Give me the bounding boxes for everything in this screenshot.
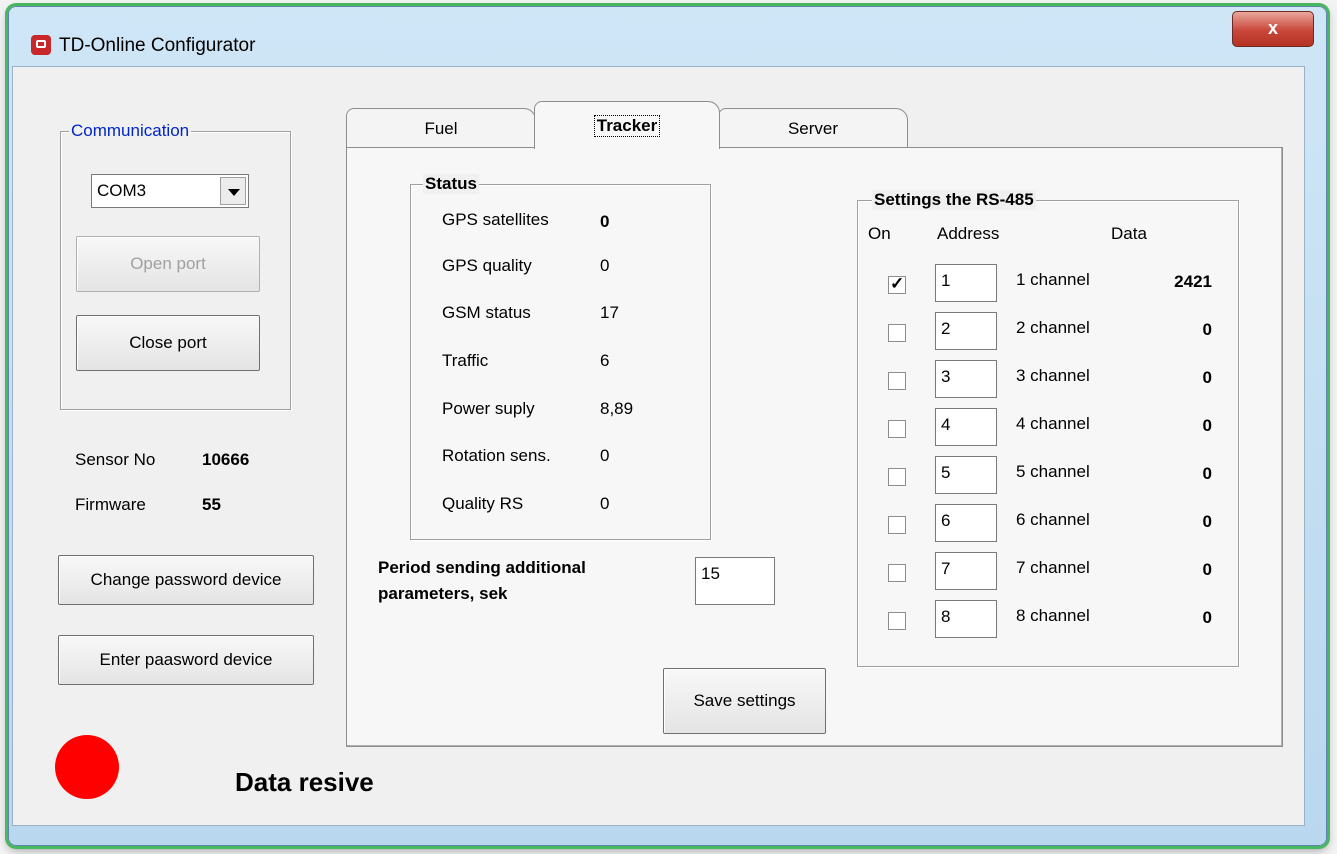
channel-address-input[interactable]: 8 [935,600,997,638]
traffic-label: Traffic [442,351,489,370]
channel-data-value: 0 [1202,512,1212,531]
quality-rs-label: Quality RS [442,494,524,513]
channel-address-input[interactable]: 5 [935,456,997,494]
channel-name: 1 channel [1016,270,1090,289]
channel-address-input[interactable]: 6 [935,504,997,542]
channel-name: 5 channel [1016,462,1090,481]
channel-data-value: 0 [1202,464,1212,483]
power-supply-label: Power suply [442,399,535,418]
status-indicator-text: Data resive [235,767,374,797]
tab-fuel-label: Fuel [424,118,458,138]
tab-server-label: Server [787,118,839,138]
channel-address-input[interactable]: 2 [935,312,997,350]
gps-quality-value: 0 [600,256,610,275]
channel-address-input[interactable]: 3 [935,360,997,398]
channel-address-input[interactable]: 4 [935,408,997,446]
status-group-title: Status [423,174,479,194]
port-select-value: COM3 [97,181,147,200]
open-port-button[interactable]: Open port [76,236,260,292]
channel-checkbox[interactable] [888,564,906,582]
channel-checkbox[interactable] [888,372,906,390]
tab-server[interactable]: Server [718,108,908,148]
col-data-header: Data [1111,224,1147,243]
gsm-status-value: 17 [600,303,619,322]
channel-data-value: 2421 [1174,272,1212,291]
chevron-down-icon[interactable] [220,177,246,205]
col-address-header: Address [937,224,1000,243]
gps-quality-label: GPS quality [442,256,532,275]
tab-tracker[interactable]: Tracker [534,101,720,149]
window-title: TD-Online Configurator [59,35,256,56]
port-select[interactable]: COM3 [91,174,249,208]
channel-data-value: 0 [1202,416,1212,435]
period-label-line1: Period sending additional [378,558,586,577]
tab-tracker-label: Tracker [593,114,661,137]
channel-checkbox[interactable] [888,468,906,486]
channel-checkbox[interactable] [888,324,906,342]
close-window-button[interactable]: x [1232,11,1314,47]
channel-address-input[interactable]: 7 [935,552,997,590]
change-password-button[interactable]: Change password device [58,555,314,605]
communication-group-title: Communication [69,121,192,141]
firmware-value: 55 [202,495,221,514]
close-port-button[interactable]: Close port [76,315,260,371]
channel-checkbox[interactable] [888,516,906,534]
enter-password-button[interactable]: Enter paasword device [58,635,314,685]
period-input[interactable]: 15 [695,557,775,605]
gps-satellites-label: GPS satellites [442,210,549,229]
channel-name: 3 channel [1016,366,1090,385]
channel-data-value: 0 [1202,368,1212,387]
channel-name: 7 channel [1016,558,1090,577]
rs485-group-title: Settings the RS-485 [872,190,1036,210]
channel-data-value: 0 [1202,608,1212,627]
channel-data-value: 0 [1202,560,1212,579]
sensor-label: Sensor No [75,450,156,469]
rotation-sens-value: 0 [600,446,610,465]
app-logo-icon [31,35,51,55]
channel-name: 2 channel [1016,318,1090,337]
status-indicator-led [55,735,119,799]
col-on-header: On [868,224,891,243]
gps-satellites-value: 0 [600,212,610,231]
channel-data-value: 0 [1202,320,1212,339]
channel-checkbox[interactable] [888,274,906,294]
channel-name: 8 channel [1016,606,1090,625]
save-settings-button[interactable]: Save settings [663,668,826,734]
channel-checkbox[interactable] [888,612,906,630]
tab-fuel[interactable]: Fuel [346,108,536,148]
channel-name: 4 channel [1016,414,1090,433]
firmware-label: Firmware [75,495,146,514]
period-label-line2: parameters, sek [378,584,508,603]
power-supply-value: 8,89 [600,399,634,418]
rotation-sens-label: Rotation sens. [442,446,551,465]
traffic-value: 6 [600,351,610,370]
quality-rs-value: 0 [600,494,610,513]
gsm-status-label: GSM status [442,303,531,322]
channel-address-input[interactable]: 1 [935,264,997,302]
channel-checkbox[interactable] [888,420,906,438]
channel-name: 6 channel [1016,510,1090,529]
sensor-value: 10666 [202,450,250,469]
